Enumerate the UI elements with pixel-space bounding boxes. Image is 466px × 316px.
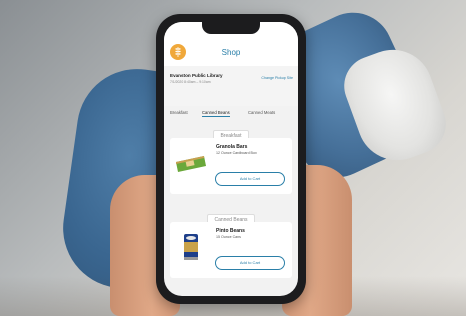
add-to-cart-button[interactable]: Add to Cart	[215, 172, 285, 186]
section-heading-canned-beans: Canned Beans	[164, 208, 298, 226]
pickup-time-window: 7/1/2020 8:40am – 9:10am	[170, 80, 211, 84]
bean-can-image	[174, 234, 208, 260]
tab-breakfast[interactable]: Breakfast	[170, 110, 188, 115]
category-tabs: Breakfast Canned Beans Canned Meats	[164, 106, 298, 120]
product-card-granola-bars: Granola Bars 12 Ounce Cardboard Box Add …	[170, 138, 292, 194]
page-title: Shop	[221, 48, 241, 57]
product-description: 12 Ounce Cardboard Box	[216, 151, 257, 155]
product-name: Granola Bars	[216, 144, 248, 150]
pickup-location-bar: Evanston Public Library 7/1/2020 8:40am …	[164, 66, 298, 106]
product-name: Pinto Beans	[216, 228, 245, 234]
smartphone: Shop Evanston Public Library 7/1/2020 8:…	[156, 14, 306, 304]
add-to-cart-button[interactable]: Add to Cart	[215, 256, 285, 270]
product-description: 15 Ounce Cans	[216, 235, 241, 239]
section-heading-breakfast: Breakfast	[164, 124, 298, 142]
granola-bar-image	[174, 150, 208, 176]
tab-canned-beans[interactable]: Canned Beans	[202, 110, 230, 117]
tab-canned-meats[interactable]: Canned Meats	[248, 110, 275, 115]
change-pickup-site-link[interactable]: Change Pickup Site	[261, 76, 293, 80]
product-card-pinto-beans: Pinto Beans 15 Ounce Cans Add to Cart	[170, 222, 292, 278]
phone-notch	[202, 22, 260, 34]
pickup-location-name: Evanston Public Library	[170, 73, 223, 78]
phone-screen: Shop Evanston Public Library 7/1/2020 8:…	[164, 22, 298, 296]
